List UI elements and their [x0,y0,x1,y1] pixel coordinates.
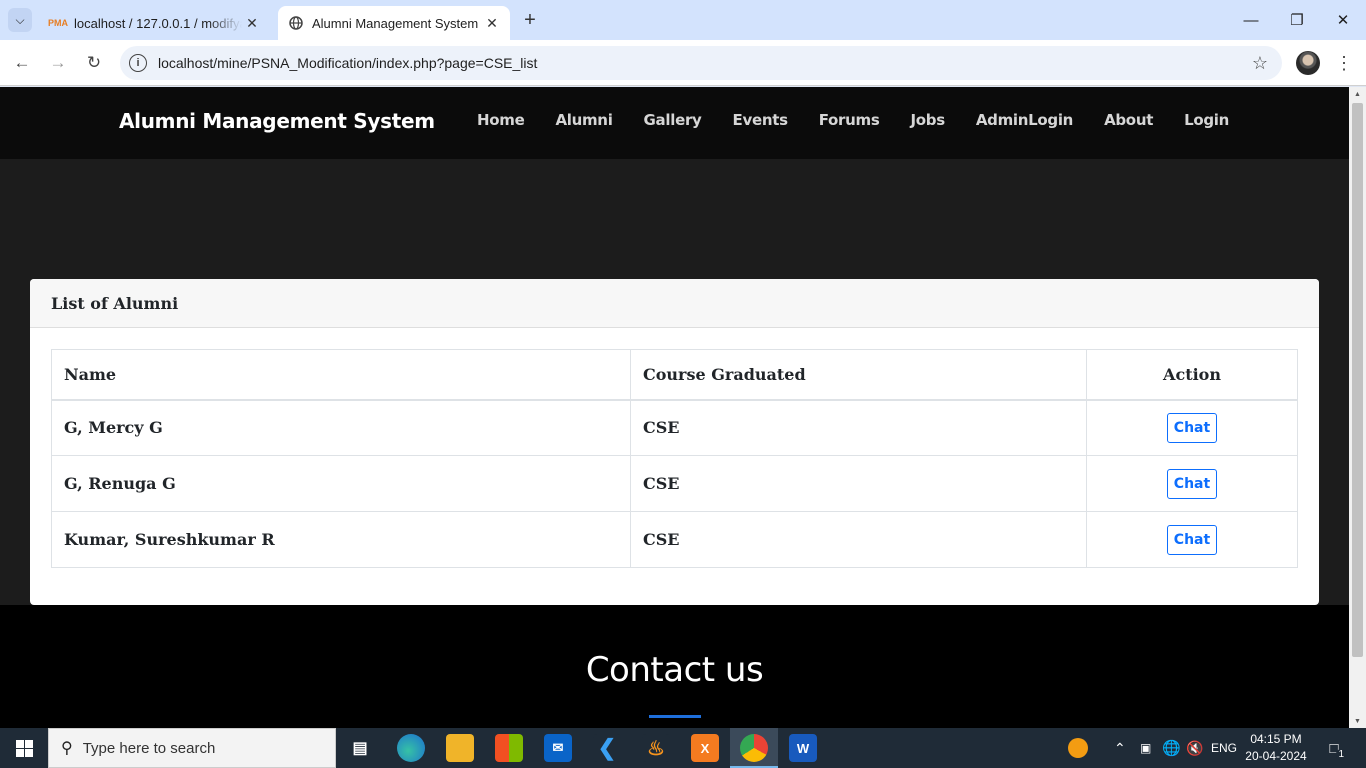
globe-icon [288,15,304,31]
new-tab-button[interactable]: + [518,8,542,32]
browser-toolbar: ← → ↻ i localhost/mine/PSNA_Modification… [0,40,1366,86]
close-icon[interactable]: ✕ [242,13,262,33]
network-globe-icon[interactable]: 🌐 [1162,728,1181,768]
nav-links: Home Alumni Gallery Events Forums Jobs A… [446,111,1229,129]
alumni-table: Name Course Graduated Action G, Mercy G … [51,349,1298,568]
alumni-name: G, Mercy G [51,399,631,456]
table-row: G, Mercy G CSE Chat [51,399,1298,456]
mail-icon[interactable]: ✉ [544,734,572,762]
tab-search-button[interactable]: ⌵ [8,8,32,32]
clock-date: 20-04-2024 [1245,749,1307,763]
arrow-right-icon: → [49,53,67,72]
taskbar-clock[interactable]: 04:15 PM 20-04-2024 [1236,731,1316,765]
minimize-button[interactable]: — [1228,0,1274,40]
table-header-row: Name Course Graduated Action [51,349,1298,401]
chrome-icon[interactable] [740,734,768,762]
card-title: List of Alumni [30,279,1319,328]
browser-tab-bar: ⌵ PMA localhost / 127.0.0.1 / modifyal ✕… [0,0,1366,40]
alumni-name: Kumar, Sureshkumar R [51,511,631,568]
scroll-down-icon[interactable]: ▼ [1349,714,1366,728]
vscode-icon[interactable]: ❮ [593,734,621,762]
tab-title: localhost / 127.0.0.1 / modifyal [74,15,242,31]
header-action: Action [1086,349,1298,401]
nav-forums[interactable]: Forums [819,111,880,129]
nav-about[interactable]: About [1104,111,1153,129]
info-icon[interactable]: i [129,54,147,72]
tab-title: Alumni Management System [312,15,479,31]
site-navbar: Alumni Management System Home Alumni Gal… [0,87,1349,159]
alumni-list-card: List of Alumni Name Course Graduated Act… [30,279,1319,605]
restore-button[interactable]: ❐ [1274,0,1320,40]
nav-alumni[interactable]: Alumni [555,111,612,129]
alumni-course: CSE [630,399,1087,456]
forward-button[interactable]: → [44,49,72,77]
nav-gallery[interactable]: Gallery [644,111,702,129]
url-text[interactable]: localhost/mine/PSNA_Modification/index.p… [158,55,1252,71]
alumni-course: CSE [630,455,1087,512]
nav-adminlogin[interactable]: AdminLogin [976,111,1074,129]
xampp-icon[interactable]: X [691,734,719,762]
bookmark-star-icon[interactable]: ☆ [1252,53,1268,74]
taskbar-search[interactable]: ⚲ Type here to search [48,728,336,768]
chevron-up-icon[interactable]: ⌃ [1114,728,1126,768]
nav-events[interactable]: Events [733,111,788,129]
page-viewport: Alumni Management System Home Alumni Gal… [0,87,1349,728]
reload-icon: ↻ [86,53,102,72]
nav-login[interactable]: Login [1184,111,1229,129]
start-button[interactable] [0,728,48,768]
scrollbar-thumb[interactable] [1352,103,1363,657]
table-row: Kumar, Sureshkumar R CSE Chat [51,511,1298,568]
action-cell: Chat [1086,511,1298,568]
profile-avatar[interactable] [1296,51,1320,75]
tab-phpmyadmin[interactable]: PMA localhost / 127.0.0.1 / modifyal ✕ [40,6,270,40]
nav-home[interactable]: Home [477,111,525,129]
chevron-down-icon: ⌵ [15,12,25,27]
phpmyadmin-icon: PMA [48,18,68,28]
search-placeholder: Type here to search [82,739,216,757]
word-icon[interactable]: W [789,734,817,762]
flame-app-icon[interactable]: ♨ [642,734,670,762]
action-cell: Chat [1086,399,1298,456]
back-button[interactable]: ← [8,49,36,77]
contact-divider [649,715,701,718]
close-window-button[interactable]: ✕ [1320,0,1366,40]
table-row: G, Renuga G CSE Chat [51,455,1298,512]
contact-title: Contact us [585,650,764,690]
device-icon[interactable]: ▣ [1140,728,1151,768]
chat-button[interactable]: Chat [1167,524,1217,555]
browser-menu-button[interactable]: ⋮ [1334,50,1354,76]
page-scrollbar[interactable]: ▲ ▼ [1349,87,1366,728]
notification-count: 1 [1336,749,1346,760]
microsoft-store-icon[interactable] [495,734,523,762]
close-icon[interactable]: ✕ [482,13,502,33]
windows-taskbar: ⚲ Type here to search ▤ ✉ ❮ ♨ X W ⌃ ▣ 🌐 … [0,728,1366,768]
action-cell: Chat [1086,455,1298,512]
alumni-name: G, Renuga G [51,455,631,512]
header-course: Course Graduated [630,349,1087,401]
edge-icon[interactable] [397,734,425,762]
file-explorer-icon[interactable] [446,734,474,762]
language-indicator[interactable]: ENG [1211,728,1237,768]
search-icon: ⚲ [61,740,73,757]
tray-app-icon[interactable] [1068,728,1088,768]
kebab-menu-icon: ⋮ [1335,52,1353,73]
chat-button[interactable]: Chat [1167,468,1217,499]
alumni-course: CSE [630,511,1087,568]
arrow-left-icon: ← [13,53,31,72]
reload-button[interactable]: ↻ [80,49,108,77]
address-bar[interactable]: i localhost/mine/PSNA_Modification/index… [120,46,1282,80]
scroll-up-icon[interactable]: ▲ [1349,87,1366,101]
clock-time: 04:15 PM [1250,732,1302,746]
header-name: Name [51,349,631,401]
contact-section: Contact us [0,605,1349,728]
task-view-icon[interactable]: ▤ [346,734,374,762]
notification-center-button[interactable]: □ 1 [1322,736,1346,760]
volume-muted-icon[interactable]: 🔇 [1186,728,1203,768]
nav-jobs[interactable]: Jobs [910,111,945,129]
chat-button[interactable]: Chat [1167,412,1217,443]
site-brand[interactable]: Alumni Management System [119,109,435,133]
windows-logo-icon [15,739,33,757]
tab-alumni[interactable]: Alumni Management System ✕ [278,6,510,40]
